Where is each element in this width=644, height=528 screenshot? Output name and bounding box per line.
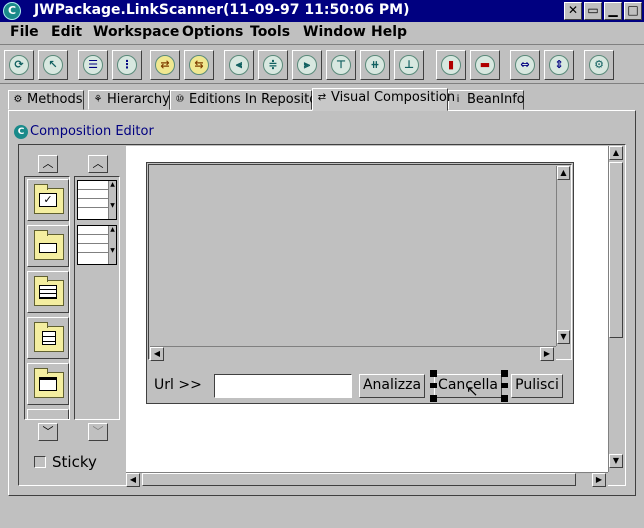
tab-visual-composition[interactable]: ⇄ Visual Composition — [312, 88, 455, 111]
tab-hierarchy[interactable]: ⚘ Hierarchy — [88, 90, 170, 110]
palette-category-more[interactable] — [27, 409, 69, 419]
app-icon[interactable]: C — [3, 2, 21, 20]
text-area-vertical-scrollbar[interactable]: ▲ ▼ — [556, 166, 570, 346]
sticky-label: Sticky — [52, 453, 97, 471]
tab-editions-in-repository[interactable]: ⑩ Editions In Repository — [170, 90, 330, 110]
table-folder-icon — [34, 276, 64, 306]
menu-edit[interactable]: Edit — [51, 24, 82, 40]
palette-category-buttons[interactable]: ✓ — [27, 179, 69, 221]
menu-tools[interactable]: Tools — [250, 24, 290, 40]
tab-label: Hierarchy — [107, 92, 170, 107]
tab-label: BeanInfo — [467, 92, 525, 107]
menu-window[interactable]: Window — [303, 24, 366, 40]
palette-beans: ▲ ▼ ▲ ▼ — [74, 176, 120, 420]
canvas-vertical-scrollbar[interactable]: ▲ ▼ — [608, 146, 624, 472]
align-center-icon[interactable]: ≑ — [258, 50, 288, 80]
visual-composition-icon: ⇄ — [317, 92, 327, 103]
analizza-button[interactable]: Analizza — [359, 374, 425, 398]
settings-gear-icon[interactable]: ⚙ — [584, 50, 614, 80]
editions-icon: ⑩ — [175, 94, 185, 105]
selection-handle[interactable] — [501, 383, 508, 388]
align-left-icon[interactable]: ⫷ — [224, 50, 254, 80]
menu-folder-icon — [34, 322, 64, 352]
connect2-icon[interactable]: ⇆ — [184, 50, 214, 80]
scroll-down-icon[interactable]: ▼ — [557, 330, 570, 344]
align-bottom-icon[interactable]: ⊥ — [394, 50, 424, 80]
scroll-thumb[interactable] — [609, 162, 623, 338]
pointer-icon[interactable]: ↖ — [38, 50, 68, 80]
palette-category-containers[interactable] — [27, 225, 69, 267]
menu-help[interactable]: Help — [371, 24, 407, 40]
window-controls: ✕ ▭ ▁ □ — [562, 2, 642, 20]
align-middle-icon[interactable]: ⧺ — [360, 50, 390, 80]
scroll-up-icon[interactable]: ▲ — [557, 166, 570, 180]
composition-editor-title: Composition Editor — [30, 124, 154, 139]
palette-category-menus[interactable] — [27, 317, 69, 359]
palette-category-lists[interactable] — [27, 271, 69, 313]
tab-label: Visual Composition — [331, 90, 456, 105]
sticky-checkbox[interactable] — [34, 456, 46, 468]
scroll-up-icon[interactable]: ▲ — [609, 146, 623, 160]
menu-workspace[interactable]: Workspace — [93, 24, 179, 40]
text-area-horizontal-scrollbar[interactable]: ◀ ▶ — [150, 346, 556, 361]
palette-category-scroll-down[interactable]: ﹀ — [38, 423, 58, 441]
match-width-icon[interactable]: ▮ — [436, 50, 466, 80]
list-bean-icon[interactable]: ▲ ▼ — [77, 180, 117, 220]
panel-folder-icon — [34, 230, 64, 260]
scroll-down-icon[interactable]: ▼ — [609, 454, 623, 468]
palette-bean-scroll-up[interactable]: ︿ — [88, 155, 108, 173]
checkbox-folder-icon: ✓ — [34, 184, 64, 214]
tab-label: Editions In Repository — [189, 92, 331, 107]
match-height-icon[interactable]: ▬ — [470, 50, 500, 80]
menu-file[interactable]: File — [10, 24, 39, 40]
list-icon[interactable]: ☰ — [78, 50, 108, 80]
menu-options[interactable]: Options — [182, 24, 243, 40]
pulisci-button[interactable]: Pulisci — [511, 374, 563, 398]
scroll-thumb[interactable] — [142, 473, 576, 486]
tab-beaninfo[interactable]: i BeanInfo — [448, 90, 525, 110]
align-top-icon[interactable]: ⊤ — [326, 50, 356, 80]
selection-handle[interactable] — [501, 370, 508, 377]
distribute-horizontal-icon[interactable]: ⇔ — [510, 50, 540, 80]
connect-icon[interactable]: ⇄ — [150, 50, 180, 80]
scroll-left-icon[interactable]: ◀ — [150, 347, 164, 361]
palette-category-scroll-up[interactable]: ︿ — [38, 155, 58, 173]
selection-handle[interactable] — [430, 383, 437, 388]
canvas-horizontal-scrollbar[interactable]: ◀ ▶ — [126, 472, 608, 487]
window-title: JWPackage.LinkScanner(11-09-97 11:50:06 … — [34, 2, 410, 18]
restore-icon[interactable]: ▭ — [584, 2, 602, 20]
beans-list-icon[interactable]: ⋮ — [112, 50, 142, 80]
results-text-area[interactable] — [148, 164, 572, 360]
distribute-vertical-icon[interactable]: ⇕ — [544, 50, 574, 80]
palette-bean-scroll-down[interactable]: ﹀ — [88, 423, 108, 441]
toolbar: ⟳ ↖ ☰ ⋮ ⇄ ⇆ ⫷ ≑ ⫸ ⊤ ⧺ ⊥ ▮ ▬ ⇔ ⇕ ⚙ — [0, 44, 644, 84]
align-right-icon[interactable]: ⫸ — [292, 50, 322, 80]
composition-editor-icon: C — [14, 125, 28, 139]
maximize-icon[interactable]: □ — [624, 2, 642, 20]
selection-handle[interactable] — [430, 370, 437, 377]
scroll-right-icon[interactable]: ▶ — [592, 473, 606, 487]
scroll-right-icon[interactable]: ▶ — [540, 347, 554, 361]
menu-bar: File Edit Workspace Options Tools Window… — [0, 22, 644, 42]
tab-label: Methods — [27, 92, 83, 107]
title-bar: C JWPackage.LinkScanner(11-09-97 11:50:0… — [0, 0, 644, 22]
url-label: Url >> — [154, 377, 202, 393]
mouse-pointer-icon: ↖ — [466, 382, 479, 400]
url-input[interactable] — [214, 374, 352, 398]
hierarchy-icon: ⚘ — [93, 94, 103, 105]
multicolumn-list-bean-icon[interactable]: ▲ ▼ — [77, 225, 117, 265]
minimize-icon[interactable]: ▁ — [604, 2, 622, 20]
palette-category-windows[interactable] — [27, 363, 69, 405]
selection-handle[interactable] — [501, 395, 508, 402]
window-folder-icon — [34, 368, 64, 398]
selection-handle[interactable] — [430, 395, 437, 402]
methods-icon: ⚙ — [13, 94, 23, 105]
close-icon[interactable]: ✕ — [564, 2, 582, 20]
tab-methods[interactable]: ⚙ Methods — [8, 90, 84, 110]
palette-categories: ✓ — [24, 176, 70, 420]
refresh-icon[interactable]: ⟳ — [4, 50, 34, 80]
scroll-left-icon[interactable]: ◀ — [126, 473, 140, 487]
